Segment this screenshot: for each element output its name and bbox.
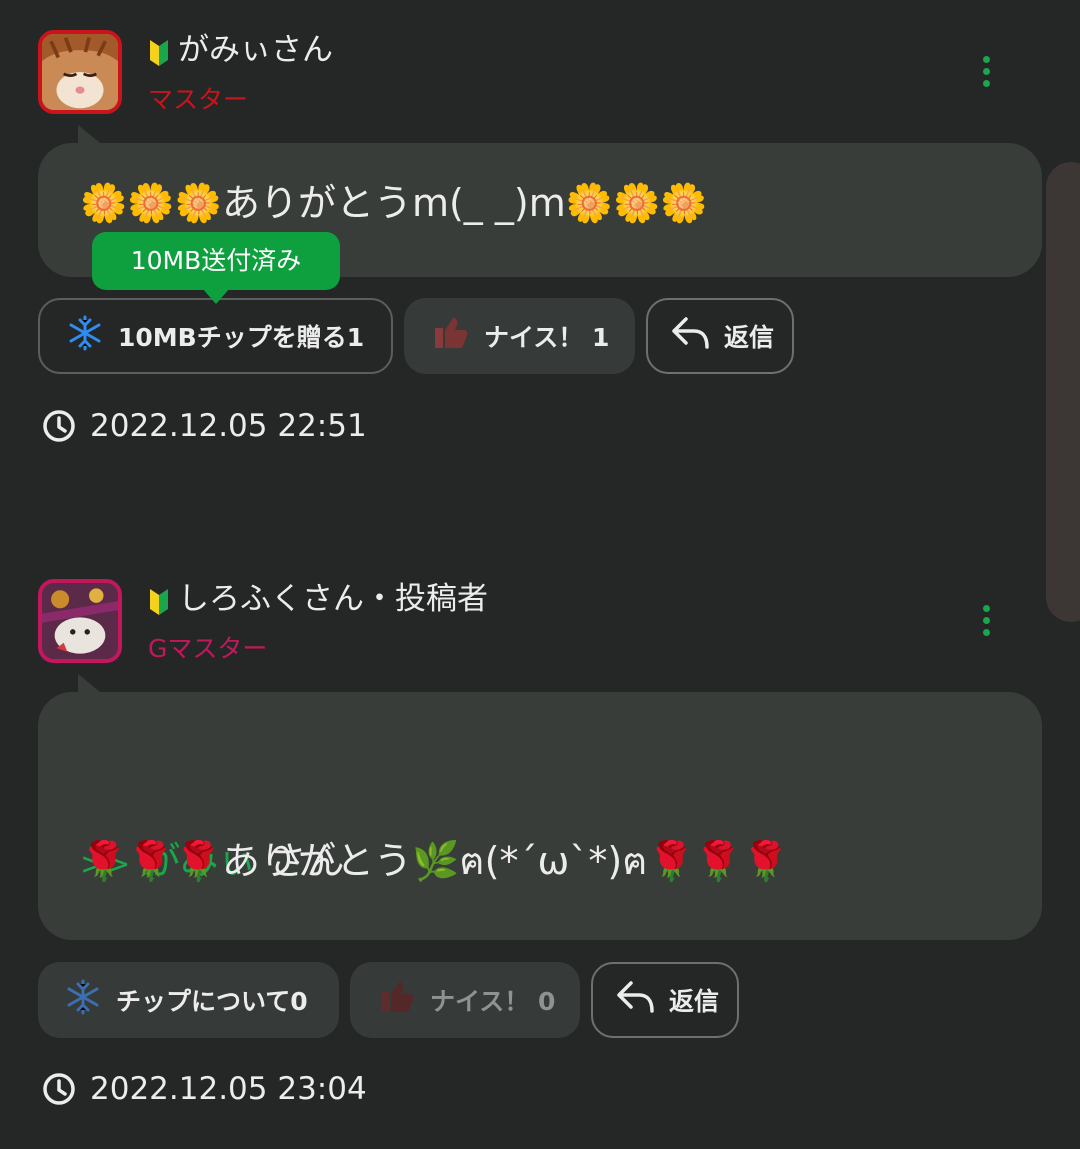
- tip-sent-tooltip: 10MB送付済み: [92, 232, 340, 304]
- snowflake-icon: [66, 314, 104, 358]
- username[interactable]: がみぃさん: [178, 30, 333, 70]
- tip-button-label: 10MBチップを贈る1: [118, 323, 365, 352]
- timestamp: 2022.12.05 22:51: [42, 408, 367, 444]
- reply-arrow-icon: [670, 315, 710, 357]
- snowflake-icon: [64, 978, 102, 1022]
- reply-arrow-icon: [615, 979, 655, 1021]
- nice-button[interactable]: ナイス！ 0: [350, 962, 580, 1038]
- timestamp: 2022.12.05 23:04: [42, 1071, 367, 1107]
- hamster-avatar-image: [42, 583, 118, 659]
- reply-button-label: 返信: [724, 323, 775, 352]
- beginner-mark-icon: [150, 589, 168, 615]
- username[interactable]: しろふくさん・投稿者: [178, 579, 488, 619]
- avatar[interactable]: [38, 30, 122, 114]
- clock-icon: [43, 410, 75, 442]
- comment-thread: がみぃさん マスター 🌼🌼🌼ありがとうm(_ _)m🌼🌼🌼 10MBチップを贈る…: [0, 0, 1080, 1149]
- tip-info-button[interactable]: チップについて0: [38, 962, 339, 1038]
- cat-avatar-image: [42, 34, 118, 110]
- comment-text: 🌼🌼🌼ありがとうm(_ _)m🌼🌼🌼: [80, 181, 708, 225]
- reply-button-label: 返信: [669, 987, 720, 1016]
- user-rank: マスター: [148, 85, 249, 114]
- tip-button-label: チップについて0: [116, 987, 308, 1016]
- clock-icon: [43, 1073, 75, 1105]
- thumbs-up-icon: [378, 978, 416, 1022]
- nice-button-label: ナイス！ 1: [484, 323, 610, 352]
- kebab-menu-icon[interactable]: [976, 56, 996, 92]
- kebab-menu-icon[interactable]: [976, 605, 996, 641]
- send-tip-button[interactable]: 10MBチップを贈る1: [38, 298, 393, 374]
- beginner-mark-icon: [150, 40, 168, 66]
- thumbs-up-icon: [432, 314, 470, 358]
- nice-button[interactable]: ナイス！ 1: [404, 298, 635, 374]
- scrollbar-thumb[interactable]: [1046, 162, 1080, 622]
- reply-button[interactable]: 返信: [646, 298, 794, 374]
- reply-button[interactable]: 返信: [591, 962, 739, 1038]
- user-rank: Gマスター: [148, 634, 268, 663]
- nice-button-label: ナイス！ 0: [430, 987, 556, 1016]
- comment-text: 🌹🌹🌹ありがとう🌿ฅ(*´ω`*)ฅ🌹🌹🌹: [80, 839, 790, 883]
- comment-bubble: >> がみぃ さん 🌹🌹🌹ありがとう🌿ฅ(*´ω`*)ฅ🌹🌹🌹: [38, 674, 1042, 940]
- avatar[interactable]: [38, 579, 122, 663]
- timestamp-text: 2022.12.05 22:51: [90, 408, 367, 444]
- timestamp-text: 2022.12.05 23:04: [90, 1071, 367, 1107]
